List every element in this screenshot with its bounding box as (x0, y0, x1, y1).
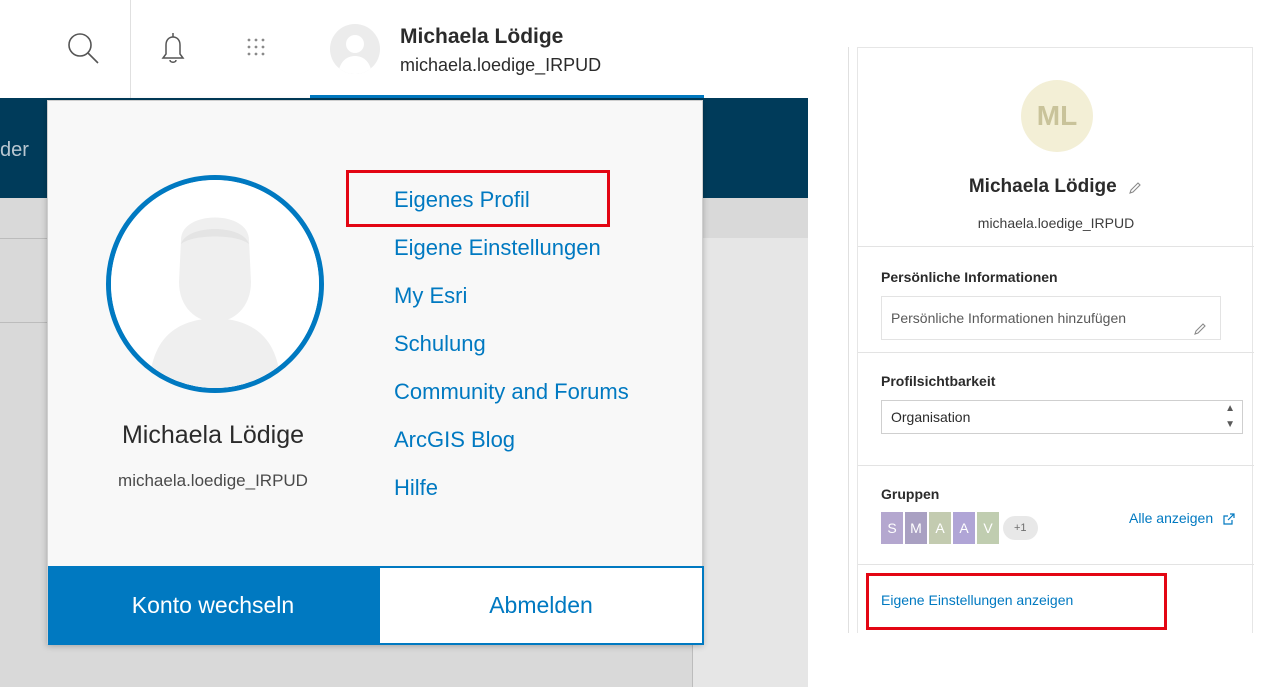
initials-avatar: ML (1021, 80, 1093, 152)
card-username: michaela.loedige_IRPUD (977, 215, 1135, 231)
profile-username: michaela.loedige_IRPUD (118, 471, 308, 490)
link-arcgis-blog[interactable]: ArcGIS Blog (394, 425, 629, 473)
profile-card-body: ML Michaela Lödige michaela.loedige_IRPU… (857, 47, 1254, 633)
switch-account-button[interactable]: Konto wechseln (48, 566, 378, 645)
profile-card: ML Michaela Lödige michaela.loedige_IRPU… (848, 47, 1264, 633)
groups-more-badge[interactable]: +1 (1003, 516, 1038, 540)
user-dropdown: Michaela Lödige michaela.loedige_IRPUD E… (47, 100, 704, 645)
header-user-name: Michaela Lödige (400, 25, 564, 48)
external-link-icon (1222, 512, 1236, 526)
search-icon[interactable] (62, 27, 104, 69)
group-tile[interactable]: V (977, 512, 999, 544)
profile-avatar (106, 175, 324, 393)
divider (858, 564, 1254, 565)
group-tile[interactable]: S (881, 512, 903, 544)
highlight-box (866, 573, 1167, 630)
card-user-name: Michaela Lödige (968, 176, 1117, 197)
link-training[interactable]: Schulung (394, 329, 629, 377)
group-thumbnails: S M A A V +1 (881, 512, 1038, 544)
sign-out-button[interactable]: Abmelden (378, 566, 704, 645)
highlight-box (346, 170, 610, 227)
account-links: Eigenes Profil Eigene Einstellungen My E… (394, 185, 629, 521)
link-own-settings[interactable]: Eigene Einstellungen (394, 233, 629, 281)
group-tile[interactable]: A (953, 512, 975, 544)
profile-visibility-label: Profilsichtbarkeit (881, 373, 996, 389)
background-panel (692, 238, 808, 687)
group-tile[interactable]: M (905, 512, 927, 544)
nav-partial-text: der (0, 139, 29, 161)
link-help[interactable]: Hilfe (394, 473, 629, 521)
screenshot-stage: Michaela Lödige michaela.loedige_IRPUD d… (0, 0, 1266, 687)
profile-visibility-value: Organisation (891, 409, 971, 425)
header-username: michaela.loedige_IRPUD (400, 55, 602, 75)
card-name-row: Michaela Lödige (858, 176, 1254, 198)
user-menu-toggle[interactable]: Michaela Lödige michaela.loedige_IRPUD (310, 0, 704, 98)
avatar (330, 24, 380, 74)
bell-icon[interactable] (152, 27, 194, 69)
group-tile[interactable]: A (929, 512, 951, 544)
personal-info-label: Persönliche Informationen (881, 269, 1058, 285)
personal-info-field[interactable]: Persönliche Informationen hinzufügen (881, 296, 1221, 340)
show-all-groups-link[interactable]: Alle anzeigen (1129, 510, 1236, 526)
divider (858, 352, 1254, 353)
header-divider (130, 0, 131, 98)
apps-grid-icon[interactable] (238, 27, 280, 69)
divider (858, 246, 1254, 247)
divider (858, 465, 1254, 466)
profile-visibility-select[interactable]: Organisation ▲ ▼ (881, 400, 1243, 434)
profile-user-name: Michaela Lödige (121, 421, 305, 449)
link-my-esri[interactable]: My Esri (394, 281, 629, 329)
link-community-forums[interactable]: Community and Forums (394, 377, 629, 425)
pencil-icon[interactable] (1127, 180, 1143, 196)
groups-label: Gruppen (881, 486, 940, 502)
pencil-icon[interactable] (1192, 311, 1208, 335)
show-all-label: Alle anzeigen (1129, 510, 1214, 526)
select-arrows-icon: ▲ ▼ (1225, 403, 1235, 430)
personal-info-placeholder: Persönliche Informationen hinzufügen (891, 310, 1127, 326)
top-header: Michaela Lödige michaela.loedige_IRPUD (0, 0, 808, 98)
